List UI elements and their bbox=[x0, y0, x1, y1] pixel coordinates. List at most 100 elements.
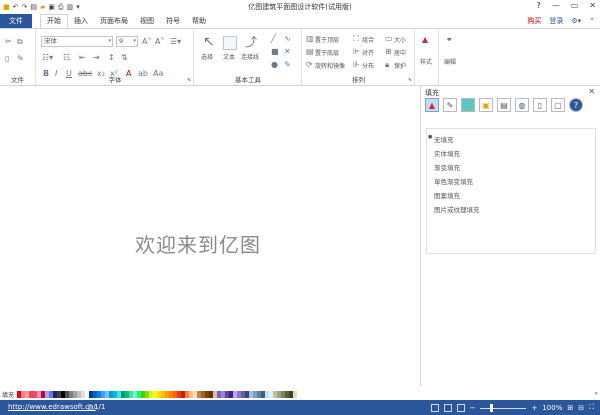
binoculars-icon[interactable]: ⚭ bbox=[446, 35, 453, 44]
tab-symbols[interactable]: 符号 bbox=[160, 14, 186, 28]
zoom-slider-thumb[interactable] bbox=[490, 403, 494, 412]
send-back-label[interactable]: 置于底层 bbox=[315, 48, 339, 57]
center-icon[interactable]: ⊞ bbox=[385, 47, 392, 56]
connector-tool-label[interactable]: 连接线 bbox=[241, 52, 259, 61]
text-tool-label[interactable]: 文本 bbox=[223, 52, 235, 61]
dialog-launcher-icon[interactable]: ⬊ bbox=[187, 77, 191, 83]
decrease-indent-icon[interactable]: ⇤ bbox=[79, 53, 86, 62]
style-label[interactable]: 样式 bbox=[420, 57, 432, 66]
fit-width-icon[interactable]: ⊟ bbox=[578, 404, 584, 412]
help-icon[interactable]: ? bbox=[536, 1, 540, 10]
comment-icon[interactable]: ▢ bbox=[551, 98, 565, 112]
x-tool-icon[interactable]: ✕ bbox=[284, 47, 291, 56]
group-icon[interactable]: ⛶ bbox=[353, 34, 359, 43]
fill-option-gradient[interactable]: 渐变填充 bbox=[434, 162, 460, 172]
bullet-list-icon[interactable]: ☷▾ bbox=[42, 53, 53, 62]
send-back-icon[interactable]: ▤ bbox=[306, 47, 314, 56]
rotate-flip-icon[interactable]: ⟳ bbox=[306, 60, 313, 69]
fill-option-pattern[interactable]: 图案填充 bbox=[434, 190, 460, 200]
cut-icon[interactable]: ✂ bbox=[5, 37, 12, 46]
tab-page-layout[interactable]: 页面布局 bbox=[94, 14, 134, 28]
distribute-label[interactable]: 分布 bbox=[362, 61, 374, 70]
maximize-icon[interactable]: ▭ bbox=[571, 1, 579, 10]
login-link[interactable]: 登录 bbox=[549, 14, 563, 28]
color-swatch[interactable] bbox=[293, 391, 297, 398]
font-name-value: 宋体 bbox=[44, 37, 57, 45]
shrink-font-icon[interactable]: A˅ bbox=[155, 37, 164, 46]
shadow-icon[interactable] bbox=[461, 98, 475, 112]
dialog-launcher-icon[interactable]: ⬊ bbox=[408, 77, 412, 83]
rotate-flip-label[interactable]: 旋转和镜像 bbox=[315, 61, 345, 70]
color-palette: 填充 » bbox=[0, 390, 600, 399]
fit-view-icon[interactable] bbox=[456, 403, 465, 412]
tab-home[interactable]: 开始 bbox=[40, 14, 68, 28]
ribbon-collapse-icon[interactable]: ⌃ bbox=[589, 14, 595, 28]
line-tool-icon[interactable]: ╱ bbox=[271, 34, 276, 43]
zoom-in-icon[interactable]: + bbox=[531, 404, 537, 412]
edit-label[interactable]: 编辑 bbox=[444, 57, 456, 66]
grid-view-icon[interactable] bbox=[443, 403, 452, 412]
bring-front-label[interactable]: 置于顶层 bbox=[315, 35, 339, 44]
align-text-icon[interactable]: ☰▾ bbox=[170, 37, 181, 46]
group-arrange: ▥ 置于顶层 ▤ 置于底层 ⟳ 旋转和镜像 ⛶ 组合 ⊫ 对齐 ⊪ 分布 ▭ 大… bbox=[303, 29, 415, 85]
protect-icon[interactable]: 🔒︎ bbox=[385, 60, 389, 69]
size-label[interactable]: 大小 bbox=[394, 35, 406, 44]
ellipse-tool-icon[interactable]: ● bbox=[271, 60, 278, 69]
tab-view[interactable]: 视图 bbox=[134, 14, 160, 28]
page-icon[interactable]: ▯ bbox=[533, 98, 547, 112]
help-circle-icon[interactable]: ? bbox=[569, 98, 583, 112]
fill-option-solid[interactable]: 实体填充 bbox=[434, 148, 460, 158]
style-icon[interactable]: ▲ bbox=[422, 35, 428, 44]
freeform-tool-icon[interactable]: ∿ bbox=[284, 34, 291, 43]
rectangle-tool-icon[interactable]: ■ bbox=[271, 47, 279, 56]
close-icon[interactable]: ✕ bbox=[588, 87, 595, 96]
fit-page-icon[interactable]: ⊞ bbox=[567, 404, 573, 412]
distribute-icon[interactable]: ⊪ bbox=[353, 60, 360, 69]
connector-tool-icon[interactable]: ⤴ bbox=[245, 35, 257, 49]
text-direction-icon[interactable]: ⇅ bbox=[121, 53, 128, 62]
align-label[interactable]: 对齐 bbox=[362, 48, 374, 57]
pen-tool-icon[interactable]: ✎ bbox=[284, 60, 291, 69]
settings-gear-icon[interactable]: ⚙▾ bbox=[571, 14, 581, 28]
document-icon[interactable]: ▤ bbox=[497, 98, 511, 112]
close-icon[interactable]: ✕ bbox=[589, 1, 596, 10]
paste-icon[interactable]: ▯ bbox=[5, 54, 9, 63]
zoom-out-icon[interactable]: − bbox=[470, 404, 476, 412]
center-label[interactable]: 居中 bbox=[394, 48, 406, 57]
line-style-icon[interactable]: ✎ bbox=[443, 98, 457, 112]
select-tool-label[interactable]: 选择 bbox=[201, 52, 213, 61]
fill-icon[interactable]: ▲ bbox=[425, 98, 439, 112]
fill-option-mono-gradient[interactable]: 单色渐变填充 bbox=[434, 176, 473, 186]
normal-view-icon[interactable] bbox=[430, 403, 439, 412]
format-painter-icon[interactable]: ✎ bbox=[17, 54, 24, 63]
fill-option-none[interactable]: ● 无填充 bbox=[428, 134, 454, 144]
select-tool-icon[interactable]: ↖ bbox=[203, 35, 215, 49]
font-size-select[interactable]: 9 ▾ bbox=[116, 36, 138, 47]
font-name-select[interactable]: 宋体 ▾ bbox=[41, 36, 113, 47]
numbered-list-icon[interactable]: ☷ bbox=[63, 53, 70, 62]
file-tab[interactable]: 文件 bbox=[0, 14, 32, 28]
grow-font-icon[interactable]: A˄ bbox=[142, 37, 151, 46]
zoom-slider[interactable] bbox=[480, 403, 527, 412]
group-label[interactable]: 组合 bbox=[362, 35, 374, 44]
minimize-icon[interactable]: — bbox=[552, 1, 560, 10]
tab-insert[interactable]: 插入 bbox=[68, 14, 94, 28]
palette-more-icon[interactable]: » bbox=[594, 390, 598, 397]
line-spacing-icon[interactable]: ↕ bbox=[108, 53, 115, 62]
copy-icon[interactable]: ⧉ bbox=[17, 37, 23, 46]
align-icon[interactable]: ⊫ bbox=[353, 47, 360, 56]
increase-indent-icon[interactable]: ⇥ bbox=[93, 53, 100, 62]
account-area: 购买 登录 ⚙▾ ⌃ bbox=[527, 14, 595, 28]
layers-icon[interactable]: ▣ bbox=[479, 98, 493, 112]
tab-help[interactable]: 帮助 bbox=[186, 14, 212, 28]
protect-label[interactable]: 保护 bbox=[394, 61, 406, 70]
text-tool-icon[interactable] bbox=[223, 36, 237, 50]
bring-front-icon[interactable]: ▥ bbox=[306, 34, 314, 43]
size-icon[interactable]: ▭ bbox=[385, 34, 393, 43]
fullscreen-icon[interactable]: ⛶ bbox=[589, 403, 594, 412]
buy-link[interactable]: 购买 bbox=[527, 14, 541, 28]
globe-icon[interactable]: ◍ bbox=[515, 98, 529, 112]
group-label-font: 字体 bbox=[108, 76, 122, 84]
website-link[interactable]: http://www.edrawsoft.cn/ bbox=[8, 403, 96, 411]
fill-option-picture[interactable]: 图片或纹理填充 bbox=[434, 204, 480, 214]
